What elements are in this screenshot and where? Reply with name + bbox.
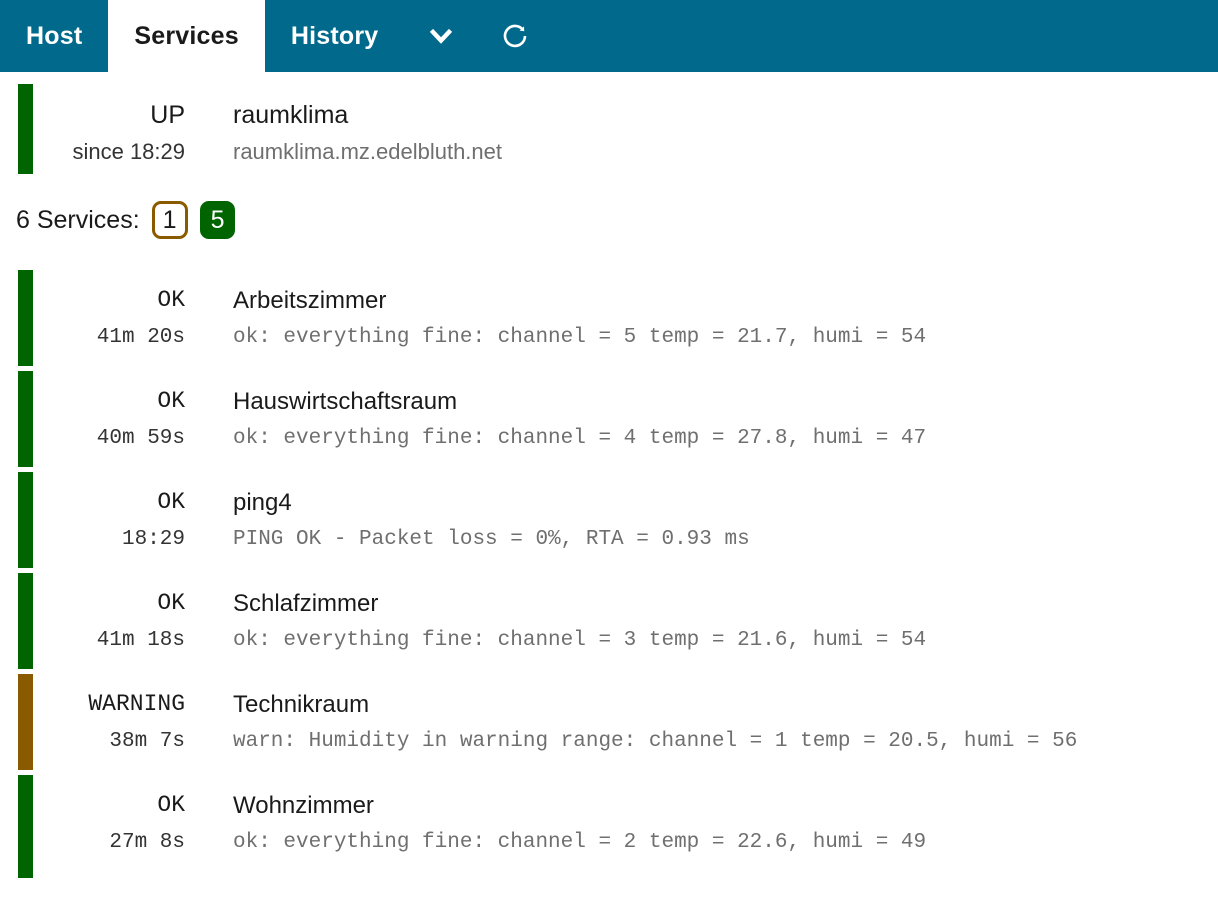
tab-host-label: Host bbox=[26, 21, 83, 50]
service-output: warn: Humidity in warning range: channel… bbox=[233, 730, 1078, 753]
tab-services[interactable]: Services bbox=[108, 0, 265, 72]
service-state-bar bbox=[18, 775, 33, 878]
service-list: OK 41m 20s Arbeitszimmer ok: everything … bbox=[0, 270, 1218, 885]
service-info-column: Arbeitszimmer ok: everything fine: chann… bbox=[185, 270, 1218, 356]
tab-host[interactable]: Host bbox=[0, 0, 108, 72]
host-address: raumklima.mz.edelbluth.net bbox=[233, 139, 503, 164]
host-state-bar bbox=[18, 84, 33, 174]
service-info-column: ping4 PING OK - Packet loss = 0%, RTA = … bbox=[185, 472, 1218, 558]
service-name[interactable]: Technikraum bbox=[233, 686, 1218, 723]
service-output: PING OK - Packet loss = 0%, RTA = 0.93 m… bbox=[233, 528, 750, 551]
service-info-column: Schlafzimmer ok: everything fine: channe… bbox=[185, 573, 1218, 659]
service-state-bar bbox=[18, 270, 33, 366]
status-badge-ok[interactable]: 5 bbox=[199, 201, 236, 239]
chevron-down-icon[interactable] bbox=[404, 0, 478, 72]
host-info-column: raumklima raumklima.mz.edelbluth.net bbox=[185, 96, 502, 170]
table-row[interactable]: OK 18:29 ping4 PING OK - Packet loss = 0… bbox=[0, 472, 1218, 573]
table-row[interactable]: OK 41m 20s Arbeitszimmer ok: everything … bbox=[0, 270, 1218, 371]
service-name[interactable]: Arbeitszimmer bbox=[233, 282, 1218, 319]
service-name[interactable]: Wohnzimmer bbox=[233, 787, 1218, 824]
refresh-icon[interactable] bbox=[478, 0, 552, 72]
service-info-column: Technikraum warn: Humidity in warning ra… bbox=[185, 674, 1218, 760]
service-state-bar bbox=[18, 573, 33, 669]
service-output: ok: everything fine: channel = 3 temp = … bbox=[233, 629, 927, 652]
service-output: ok: everything fine: channel = 2 temp = … bbox=[233, 831, 927, 854]
table-row[interactable]: OK 41m 18s Schlafzimmer ok: everything f… bbox=[0, 573, 1218, 674]
service-info-column: Hauswirtschaftsraum ok: everything fine:… bbox=[185, 371, 1218, 457]
service-state-bar bbox=[18, 371, 33, 467]
table-row[interactable]: WARNING 38m 7s Technikraum warn: Humidit… bbox=[0, 674, 1218, 775]
service-state-bar bbox=[18, 472, 33, 568]
service-output: ok: everything fine: channel = 4 temp = … bbox=[233, 427, 927, 450]
service-name[interactable]: Schlafzimmer bbox=[233, 585, 1218, 622]
tab-services-label: Services bbox=[134, 21, 239, 50]
tab-history[interactable]: History bbox=[265, 0, 405, 72]
status-badge-warning[interactable]: 1 bbox=[151, 201, 188, 239]
tab-bar: Host Services History bbox=[0, 0, 1218, 72]
service-info-column: Wohnzimmer ok: everything fine: channel … bbox=[185, 775, 1218, 861]
service-output: ok: everything fine: channel = 5 temp = … bbox=[233, 326, 927, 349]
table-row[interactable]: OK 40m 59s Hauswirtschaftsraum ok: every… bbox=[0, 371, 1218, 472]
host-summary: UP since 18:29 raumklima raumklima.mz.ed… bbox=[0, 72, 1218, 192]
host-name[interactable]: raumklima bbox=[233, 96, 502, 134]
service-name[interactable]: Hauswirtschaftsraum bbox=[233, 383, 1218, 420]
services-count-label: 6 Services: bbox=[16, 205, 140, 234]
tab-history-label: History bbox=[290, 21, 379, 50]
service-name[interactable]: ping4 bbox=[233, 484, 1218, 521]
services-summary-row: 6 Services: 1 5 bbox=[0, 192, 1218, 248]
table-row[interactable]: OK 27m 8s Wohnzimmer ok: everything fine… bbox=[0, 775, 1218, 885]
service-state-bar bbox=[18, 674, 33, 770]
